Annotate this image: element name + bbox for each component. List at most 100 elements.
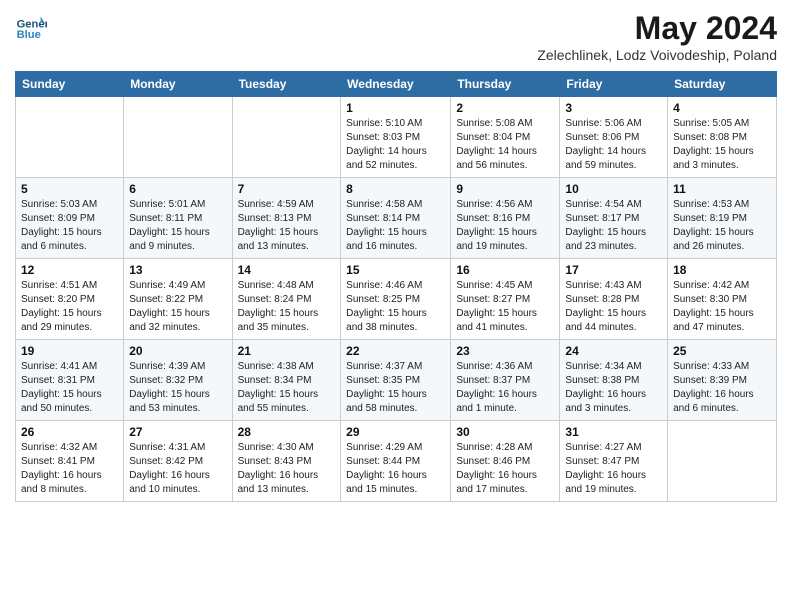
- day-info: Sunrise: 4:42 AM Sunset: 8:30 PM Dayligh…: [673, 279, 771, 335]
- calendar-cell: 23 Sunrise: 4:36 AM Sunset: 8:37 PM Dayli…: [451, 340, 560, 421]
- calendar-cell: 21Sunrise: 4:38 AM Sunset: 8:34 PM Dayli…: [232, 340, 341, 421]
- day-number: 18: [673, 263, 771, 277]
- day-number: 24: [565, 344, 662, 358]
- calendar-cell: [124, 97, 232, 178]
- calendar-cell: 17 Sunrise: 4:43 AM Sunset: 8:28 PM Dayli…: [560, 259, 668, 340]
- day-info: Sunrise: 5:01 AM Sunset: 8:11 PM Dayligh…: [129, 198, 226, 254]
- calendar-cell: 5 Sunrise: 5:03 AM Sunset: 8:09 PM Daylig…: [16, 178, 124, 259]
- calendar-header-row: SundayMondayTuesdayWednesdayThursdayFrid…: [16, 72, 777, 97]
- day-number: 5: [21, 182, 118, 196]
- day-number: 26: [21, 425, 118, 439]
- day-info: Sunrise: 5:06 AM Sunset: 8:06 PM Dayligh…: [565, 117, 662, 173]
- calendar-cell: 22 Sunrise: 4:37 AM Sunset: 8:35 PM Dayli…: [341, 340, 451, 421]
- calendar-cell: 16 Sunrise: 4:45 AM Sunset: 8:27 PM Dayli…: [451, 259, 560, 340]
- day-number: 29: [346, 425, 445, 439]
- calendar-week-2: 5 Sunrise: 5:03 AM Sunset: 8:09 PM Daylig…: [16, 178, 777, 259]
- day-info: Sunrise: 4:53 AM Sunset: 8:19 PM Dayligh…: [673, 198, 771, 254]
- col-header-monday: Monday: [124, 72, 232, 97]
- calendar-cell: 6 Sunrise: 5:01 AM Sunset: 8:11 PM Daylig…: [124, 178, 232, 259]
- calendar-cell: 10Sunrise: 4:54 AM Sunset: 8:17 PM Dayli…: [560, 178, 668, 259]
- calendar-cell: 18 Sunrise: 4:42 AM Sunset: 8:30 PM Dayli…: [668, 259, 777, 340]
- col-header-saturday: Saturday: [668, 72, 777, 97]
- svg-text:Blue: Blue: [17, 29, 41, 41]
- day-number: 8: [346, 182, 445, 196]
- day-info: Sunrise: 4:41 AM Sunset: 8:31 PM Dayligh…: [21, 360, 118, 416]
- day-info: Sunrise: 5:03 AM Sunset: 8:09 PM Dayligh…: [21, 198, 118, 254]
- day-number: 3: [565, 101, 662, 115]
- calendar-cell: 28Sunrise: 4:30 AM Sunset: 8:43 PM Dayli…: [232, 421, 341, 502]
- calendar-week-5: 26 Sunrise: 4:32 AM Sunset: 8:41 PM Dayli…: [16, 421, 777, 502]
- calendar-table: SundayMondayTuesdayWednesdayThursdayFrid…: [15, 71, 777, 502]
- calendar-cell: 12 Sunrise: 4:51 AM Sunset: 8:20 PM Dayli…: [16, 259, 124, 340]
- calendar-cell: [16, 97, 124, 178]
- day-number: 15: [346, 263, 445, 277]
- logo: General Blue: [15, 10, 47, 42]
- calendar-week-4: 19 Sunrise: 4:41 AM Sunset: 8:31 PM Dayli…: [16, 340, 777, 421]
- calendar-cell: 4 Sunrise: 5:05 AM Sunset: 8:08 PM Daylig…: [668, 97, 777, 178]
- day-info: Sunrise: 4:59 AM Sunset: 8:13 PM Dayligh…: [238, 198, 336, 254]
- day-info: Sunrise: 4:51 AM Sunset: 8:20 PM Dayligh…: [21, 279, 118, 335]
- day-number: 27: [129, 425, 226, 439]
- day-number: 22: [346, 344, 445, 358]
- day-number: 23: [456, 344, 554, 358]
- calendar-cell: 9Sunrise: 4:56 AM Sunset: 8:16 PM Daylig…: [451, 178, 560, 259]
- day-number: 11: [673, 182, 771, 196]
- day-info: Sunrise: 4:49 AM Sunset: 8:22 PM Dayligh…: [129, 279, 226, 335]
- calendar-cell: 11 Sunrise: 4:53 AM Sunset: 8:19 PM Dayli…: [668, 178, 777, 259]
- calendar-cell: 24 Sunrise: 4:34 AM Sunset: 8:38 PM Dayli…: [560, 340, 668, 421]
- day-number: 7: [238, 182, 336, 196]
- day-number: 2: [456, 101, 554, 115]
- day-info: Sunrise: 5:05 AM Sunset: 8:08 PM Dayligh…: [673, 117, 771, 173]
- day-info: Sunrise: 4:39 AM Sunset: 8:32 PM Dayligh…: [129, 360, 226, 416]
- calendar-cell: 7 Sunrise: 4:59 AM Sunset: 8:13 PM Daylig…: [232, 178, 341, 259]
- day-info: Sunrise: 4:28 AM Sunset: 8:46 PM Dayligh…: [456, 441, 554, 497]
- calendar-cell: [232, 97, 341, 178]
- calendar-week-1: 1 Sunrise: 5:10 AM Sunset: 8:03 PM Daylig…: [16, 97, 777, 178]
- day-number: 1: [346, 101, 445, 115]
- day-info: Sunrise: 4:34 AM Sunset: 8:38 PM Dayligh…: [565, 360, 662, 416]
- calendar-cell: 8Sunrise: 4:58 AM Sunset: 8:14 PM Daylig…: [341, 178, 451, 259]
- col-header-sunday: Sunday: [16, 72, 124, 97]
- day-info: Sunrise: 4:33 AM Sunset: 8:39 PM Dayligh…: [673, 360, 771, 416]
- day-info: Sunrise: 4:29 AM Sunset: 8:44 PM Dayligh…: [346, 441, 445, 497]
- day-info: Sunrise: 4:36 AM Sunset: 8:37 PM Dayligh…: [456, 360, 554, 416]
- day-number: 9: [456, 182, 554, 196]
- day-info: Sunrise: 4:43 AM Sunset: 8:28 PM Dayligh…: [565, 279, 662, 335]
- calendar-cell: 3 Sunrise: 5:06 AM Sunset: 8:06 PM Daylig…: [560, 97, 668, 178]
- calendar-cell: 29 Sunrise: 4:29 AM Sunset: 8:44 PM Dayli…: [341, 421, 451, 502]
- day-number: 19: [21, 344, 118, 358]
- calendar-cell: 30 Sunrise: 4:28 AM Sunset: 8:46 PM Dayli…: [451, 421, 560, 502]
- day-number: 30: [456, 425, 554, 439]
- day-number: 20: [129, 344, 226, 358]
- calendar-cell: 26 Sunrise: 4:32 AM Sunset: 8:41 PM Dayli…: [16, 421, 124, 502]
- day-number: 13: [129, 263, 226, 277]
- day-info: Sunrise: 5:10 AM Sunset: 8:03 PM Dayligh…: [346, 117, 445, 173]
- page-title: May 2024: [537, 10, 777, 47]
- day-number: 4: [673, 101, 771, 115]
- day-info: Sunrise: 4:46 AM Sunset: 8:25 PM Dayligh…: [346, 279, 445, 335]
- page-subtitle: Zelechlinek, Lodz Voivodeship, Poland: [537, 47, 777, 63]
- day-info: Sunrise: 4:48 AM Sunset: 8:24 PM Dayligh…: [238, 279, 336, 335]
- day-number: 28: [238, 425, 336, 439]
- calendar-cell: [668, 421, 777, 502]
- day-number: 14: [238, 263, 336, 277]
- day-number: 12: [21, 263, 118, 277]
- day-info: Sunrise: 4:31 AM Sunset: 8:42 PM Dayligh…: [129, 441, 226, 497]
- calendar-cell: 31Sunrise: 4:27 AM Sunset: 8:47 PM Dayli…: [560, 421, 668, 502]
- col-header-tuesday: Tuesday: [232, 72, 341, 97]
- day-number: 16: [456, 263, 554, 277]
- calendar-cell: 14 Sunrise: 4:48 AM Sunset: 8:24 PM Dayli…: [232, 259, 341, 340]
- day-info: Sunrise: 4:45 AM Sunset: 8:27 PM Dayligh…: [456, 279, 554, 335]
- day-number: 10: [565, 182, 662, 196]
- day-info: Sunrise: 4:37 AM Sunset: 8:35 PM Dayligh…: [346, 360, 445, 416]
- calendar-cell: 19 Sunrise: 4:41 AM Sunset: 8:31 PM Dayli…: [16, 340, 124, 421]
- day-number: 17: [565, 263, 662, 277]
- calendar-cell: 13 Sunrise: 4:49 AM Sunset: 8:22 PM Dayli…: [124, 259, 232, 340]
- calendar-cell: 20 Sunrise: 4:39 AM Sunset: 8:32 PM Dayli…: [124, 340, 232, 421]
- logo-icon: General Blue: [15, 10, 47, 42]
- day-info: Sunrise: 5:08 AM Sunset: 8:04 PM Dayligh…: [456, 117, 554, 173]
- day-number: 6: [129, 182, 226, 196]
- day-info: Sunrise: 4:32 AM Sunset: 8:41 PM Dayligh…: [21, 441, 118, 497]
- day-number: 25: [673, 344, 771, 358]
- col-header-wednesday: Wednesday: [341, 72, 451, 97]
